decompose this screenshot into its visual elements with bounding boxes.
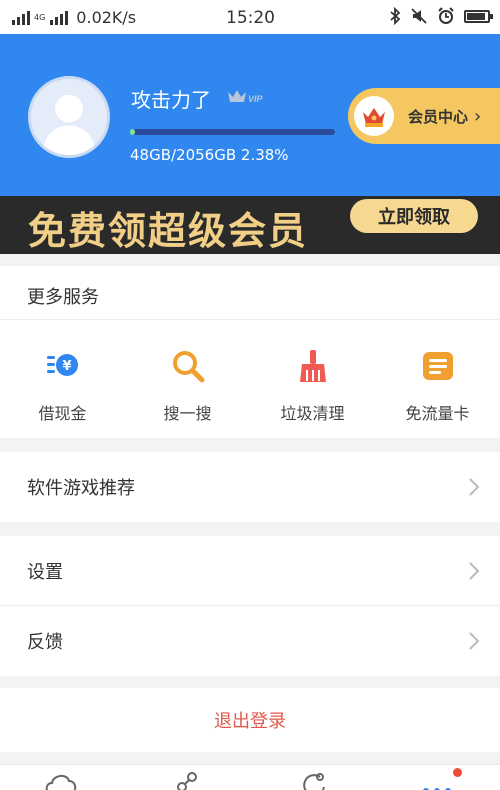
chevron-right-icon xyxy=(469,478,480,496)
chevron-right-icon xyxy=(469,562,480,580)
status-bar: 4G 0.02K/s 15:20 xyxy=(0,0,500,34)
profile-header: 攻击力了 VIP 48GB/2056GB 2.38% 会员中心 › xyxy=(0,34,500,196)
service-label: 免流量卡 xyxy=(405,404,470,423)
signal-icon-2 xyxy=(50,10,69,25)
service-label: 垃圾清理 xyxy=(280,404,345,423)
row-label: 设置 xyxy=(27,562,63,583)
network-type: 4G xyxy=(34,12,46,22)
broom-icon xyxy=(299,350,326,382)
search-icon xyxy=(172,351,204,383)
network-speed: 0.02K/s xyxy=(76,8,137,27)
settings-row[interactable]: 设置 xyxy=(0,536,500,606)
svg-text:¥: ¥ xyxy=(62,359,71,374)
service-search[interactable]: 搜一搜 xyxy=(125,348,250,424)
more-services-section: 更多服务 ¥ 借现金 搜一搜 垃圾清理 免流量卡 xyxy=(0,266,500,438)
data-card-icon xyxy=(422,352,453,380)
service-junk-clean[interactable]: 垃圾清理 xyxy=(250,348,375,424)
bottom-nav xyxy=(0,764,500,790)
bluetooth-icon xyxy=(390,7,401,25)
alarm-icon xyxy=(438,7,454,24)
services-title: 更多服务 xyxy=(27,287,99,308)
software-games-row[interactable]: 软件游戏推荐 xyxy=(0,452,500,522)
feedback-row[interactable]: 反馈 xyxy=(0,606,500,676)
mute-icon xyxy=(411,8,427,24)
signal-icon xyxy=(12,10,30,25)
row-label: 反馈 xyxy=(27,632,63,653)
avatar[interactable] xyxy=(28,76,110,158)
row-label: 软件游戏推荐 xyxy=(27,478,135,499)
username: 攻击力了 xyxy=(131,88,211,112)
notification-dot xyxy=(453,768,462,777)
service-data-card[interactable]: 免流量卡 xyxy=(375,348,500,424)
service-cash-loan[interactable]: ¥ 借现金 xyxy=(0,348,125,424)
default-avatar-icon xyxy=(31,79,107,155)
service-label: 搜一搜 xyxy=(163,404,212,423)
cash-loan-icon: ¥ xyxy=(46,354,78,376)
storage-progress-bar xyxy=(130,129,335,135)
vip-label: VIP xyxy=(248,94,264,104)
crown-icon xyxy=(354,96,394,136)
clock: 15:20 xyxy=(226,8,275,28)
claim-now-button[interactable]: 立即领取 xyxy=(350,199,478,233)
divider xyxy=(0,319,500,320)
banner-text: 免费领超级会员 xyxy=(28,209,309,253)
discover-icon[interactable] xyxy=(296,771,330,790)
storage-progress-fill xyxy=(130,129,135,135)
logout-button[interactable]: 退出登录 xyxy=(0,688,500,752)
battery-icon xyxy=(464,9,493,23)
chevron-right-icon: › xyxy=(474,105,482,127)
vip-crown-icon: VIP xyxy=(228,90,264,104)
chevron-right-icon xyxy=(469,632,480,650)
storage-usage-text: 48GB/2056GB 2.38% xyxy=(130,146,289,164)
service-label: 借现金 xyxy=(38,404,87,423)
member-center-button[interactable]: 会员中心 › xyxy=(348,88,500,144)
member-center-label: 会员中心 xyxy=(408,107,469,126)
cloud-icon[interactable] xyxy=(45,771,79,790)
promo-banner[interactable]: 免费领超级会员 立即领取 xyxy=(0,196,500,254)
share-icon[interactable] xyxy=(170,771,204,790)
more-icon[interactable] xyxy=(420,771,454,790)
